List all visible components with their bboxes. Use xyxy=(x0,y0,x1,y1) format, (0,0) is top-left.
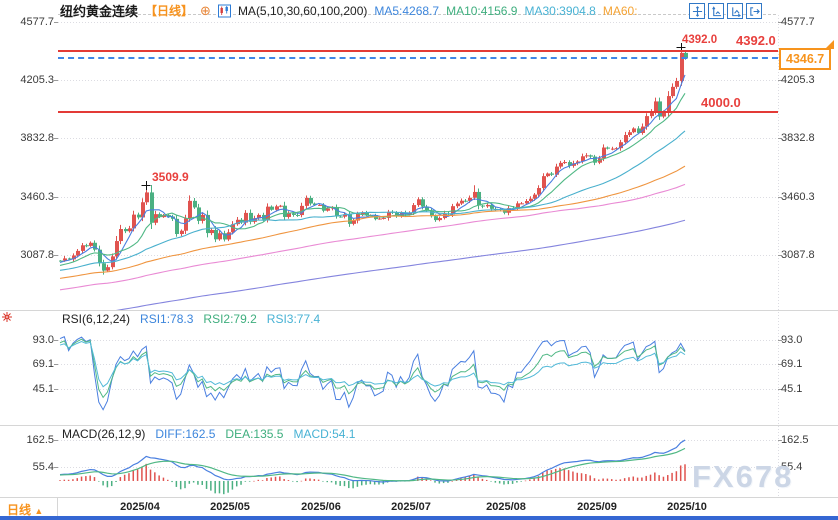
rsi-axis-label: 45.1 xyxy=(0,383,54,395)
x-axis-label: 2025/07 xyxy=(391,501,431,513)
bottom-scrollbar[interactable] xyxy=(0,516,838,520)
ma30-value: MA30:3904.8 xyxy=(524,4,595,18)
watermark: FX678 xyxy=(692,459,793,495)
x-axis-label: 2025/09 xyxy=(577,501,617,513)
indicator-toggle-icon[interactable] xyxy=(1,310,13,328)
rsi2-value: RSI2:79.2 xyxy=(203,312,256,326)
crosshair-icon[interactable] xyxy=(689,3,705,19)
chart-window: 纽约黄金连续 【日线】 ⊕ MA(5,10,30,60,100,200) MA5… xyxy=(0,0,838,520)
support-label: 4000.0 xyxy=(701,95,741,110)
resistance-axis-label: 4392.0 xyxy=(736,33,776,48)
rsi3-value: RSI3:77.4 xyxy=(267,312,320,326)
chart-toolbar xyxy=(689,3,762,19)
y-axis-scale-icon[interactable] xyxy=(708,3,724,19)
add-indicator-icon[interactable]: ⊕ xyxy=(200,3,211,19)
candlestick-settings-icon[interactable] xyxy=(218,4,231,18)
rsi-axis-label: 45.1 xyxy=(781,383,802,395)
current-price-line xyxy=(58,57,778,59)
x-axis-label: 2025/10 xyxy=(667,501,707,513)
y-axis-label: 4205.3 xyxy=(0,74,54,86)
chevron-up-icon: ▲ xyxy=(34,506,43,516)
macd-diff-value: DIFF:162.5 xyxy=(155,427,215,441)
support-line[interactable] xyxy=(58,111,778,113)
y-axis-label: 4205.3 xyxy=(781,74,815,86)
rsi-name[interactable]: RSI(6,12,24) xyxy=(62,312,130,326)
x-axis-label: 2025/04 xyxy=(120,501,160,513)
y-axis-label: 3460.3 xyxy=(0,191,54,203)
ma-formula[interactable]: MA(5,10,30,60,100,200) xyxy=(238,4,367,18)
ma60-value: MA60: xyxy=(603,4,638,18)
macd-axis-label: 55.4 xyxy=(0,461,54,473)
x-axis-label: 2025/05 xyxy=(210,501,250,513)
rsi-axis-label: 93.0 xyxy=(781,334,802,346)
y-axis-label: 3460.3 xyxy=(781,191,815,203)
chart-canvas[interactable] xyxy=(0,0,838,520)
y-axis-label: 4577.7 xyxy=(0,16,54,28)
macd-dea-value: DEA:135.5 xyxy=(225,427,283,441)
rsi-axis-label: 69.1 xyxy=(0,358,54,370)
resistance-line[interactable] xyxy=(58,50,778,52)
macd-axis-label: 162.5 xyxy=(781,434,809,446)
period-tag[interactable]: 【日线】 xyxy=(145,2,193,19)
symbol-title: 纽约黄金连续 xyxy=(60,1,138,20)
rsi1-value: RSI1:78.3 xyxy=(140,312,193,326)
period-label: 日线 xyxy=(7,503,31,517)
y-axis-label: 3087.8 xyxy=(781,249,815,261)
rsi-axis-label: 93.0 xyxy=(0,334,54,346)
y-axis-label: 4577.7 xyxy=(781,16,815,28)
april-high-label: 3509.9 xyxy=(152,170,189,184)
x-axis-label: 2025/08 xyxy=(486,501,526,513)
y-axis-label: 3832.8 xyxy=(781,132,815,144)
y-axis-label: 3832.8 xyxy=(0,132,54,144)
macd-value: MACD:54.1 xyxy=(293,427,355,441)
pop-out-icon[interactable] xyxy=(746,3,762,19)
macd-name[interactable]: MACD(26,12,9) xyxy=(62,427,145,441)
ma5-value: MA5:4268.7 xyxy=(374,4,439,18)
macd-header: MACD(26,12,9) DIFF:162.5 DEA:135.5 MACD:… xyxy=(62,427,355,441)
chart-header: 纽约黄金连续 【日线】 ⊕ MA(5,10,30,60,100,200) MA5… xyxy=(60,1,638,20)
ma10-value: MA10:4156.9 xyxy=(446,4,517,18)
rsi-header: RSI(6,12,24) RSI1:78.3 RSI2:79.2 RSI3:77… xyxy=(62,312,320,326)
price-flag-icon xyxy=(825,40,834,49)
macd-axis-label: 162.5 xyxy=(0,434,54,446)
last-price-badge: 4346.7 xyxy=(779,48,831,70)
x-axis-label: 2025/06 xyxy=(301,501,341,513)
rsi-axis-label: 69.1 xyxy=(781,358,802,370)
resistance-label: 4392.0 xyxy=(682,34,717,46)
y-axis-label: 3087.8 xyxy=(0,249,54,261)
x-axis-scale-icon[interactable] xyxy=(727,3,743,19)
footer-divider xyxy=(57,497,58,517)
